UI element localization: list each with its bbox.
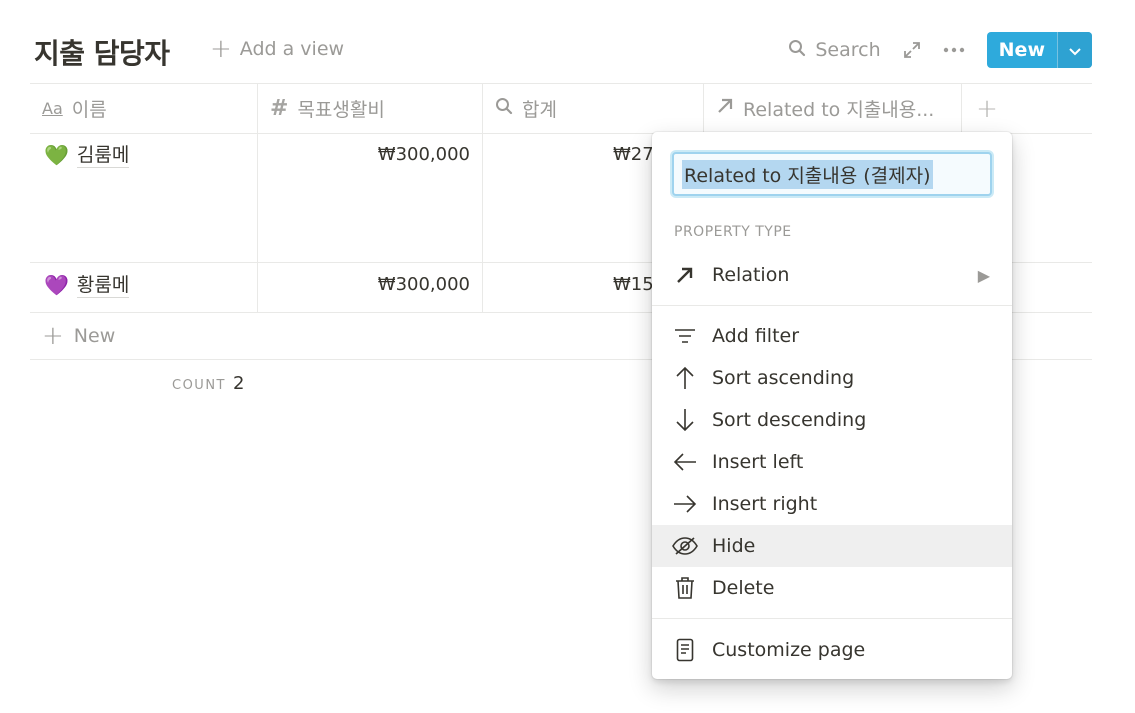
insert-right-item[interactable]: Insert right	[652, 483, 1012, 525]
filter-icon	[672, 323, 698, 349]
name-cell[interactable]: 💜 황룸메	[30, 262, 258, 312]
plus-icon: +	[210, 34, 232, 64]
menu-item-label: Hide	[712, 535, 756, 557]
menu-item-label: Sort descending	[712, 409, 867, 431]
page-title: 지출 담당자	[34, 37, 170, 70]
new-dropdown-button[interactable]	[1057, 32, 1092, 68]
expand-icon[interactable]	[903, 41, 921, 59]
search-icon	[788, 39, 806, 62]
toolbar: Search New	[788, 32, 1092, 68]
page-icon	[672, 637, 698, 663]
target-cell[interactable]: ₩300,000	[258, 262, 483, 312]
plus-icon: +	[42, 320, 64, 351]
menu-item-label: Customize page	[712, 639, 866, 661]
target-cell[interactable]: ₩300,000	[258, 132, 483, 262]
add-filter-item[interactable]: Add filter	[652, 315, 1012, 357]
search-button[interactable]: Search	[788, 39, 881, 62]
add-row-label: New	[73, 324, 116, 347]
text-aa-icon: Aa	[42, 99, 63, 118]
property-type-relation[interactable]: Relation ▶	[652, 254, 1012, 296]
arrow-up-right-icon	[672, 262, 698, 288]
search-formula-icon	[495, 97, 513, 120]
column-header-label: Related to 지출내용...	[743, 99, 935, 121]
column-header-sum[interactable]: 합계	[483, 84, 704, 133]
database-header: 지출 담당자 + Add a view Search New	[34, 30, 1092, 72]
customize-page-item[interactable]: Customize page	[652, 629, 1012, 671]
green-heart-icon: 💚	[44, 143, 69, 167]
arrow-down-icon	[672, 407, 698, 433]
delete-item[interactable]: Delete	[652, 567, 1012, 609]
add-view-label: Add a view	[239, 38, 345, 60]
add-view-button[interactable]: + Add a view	[210, 34, 345, 64]
property-type-value: Relation	[712, 264, 790, 286]
property-name-value: Related to 지출내용 (결제자)	[682, 159, 933, 189]
menu-divider	[652, 305, 1012, 306]
menu-item-label: Add filter	[712, 325, 800, 347]
property-type-label: PROPERTY TYPE	[674, 224, 792, 240]
eye-off-icon	[672, 533, 698, 559]
count-summary[interactable]: COUNT 2	[172, 373, 244, 394]
menu-item-label: Insert left	[712, 451, 804, 473]
column-header-target[interactable]: # 목표생활비	[258, 84, 483, 133]
menu-divider	[652, 618, 1012, 619]
sort-ascending-item[interactable]: Sort ascending	[652, 357, 1012, 399]
add-column-button[interactable]: +	[962, 84, 1012, 133]
column-header-label: 합계	[522, 99, 557, 121]
plus-icon: +	[976, 93, 998, 124]
menu-item-label: Insert right	[712, 493, 818, 515]
hide-item[interactable]: Hide	[652, 525, 1012, 567]
table-header-row: Aa 이름 # 목표생활비 합계 Related to 지출내용... +	[30, 83, 1092, 134]
trash-icon	[672, 575, 698, 601]
sort-descending-item[interactable]: Sort descending	[652, 399, 1012, 441]
count-value: 2	[233, 373, 245, 394]
property-menu: Related to 지출내용 (결제자) PROPERTY TYPE Rela…	[652, 132, 1012, 679]
more-options-icon[interactable]	[943, 47, 965, 53]
column-header-label: 이름	[71, 99, 107, 121]
arrow-left-icon	[672, 449, 698, 475]
search-label: Search	[815, 39, 881, 61]
count-label: COUNT	[172, 378, 226, 393]
arrow-right-icon	[672, 491, 698, 517]
new-button[interactable]: New	[987, 32, 1057, 68]
row-name: 황룸메	[76, 274, 130, 298]
new-button-group: New	[986, 32, 1092, 68]
column-header-relation[interactable]: Related to 지출내용...	[704, 84, 962, 133]
menu-item-label: Sort ascending	[712, 367, 855, 389]
row-name: 김룸메	[76, 144, 130, 168]
arrow-up-icon	[672, 365, 698, 391]
chevron-down-icon	[1069, 41, 1081, 60]
name-cell[interactable]: 💚 김룸메	[30, 132, 258, 262]
menu-item-label: Delete	[712, 577, 775, 599]
property-name-input[interactable]: Related to 지출내용 (결제자)	[672, 152, 992, 196]
arrow-up-right-icon	[716, 97, 734, 120]
hash-icon: #	[270, 96, 289, 121]
purple-heart-icon: 💜	[44, 273, 69, 297]
column-header-name[interactable]: Aa 이름	[30, 84, 258, 133]
triangle-right-icon: ▶	[977, 265, 990, 285]
insert-left-item[interactable]: Insert left	[652, 441, 1012, 483]
column-header-label: 목표생활비	[297, 99, 385, 121]
